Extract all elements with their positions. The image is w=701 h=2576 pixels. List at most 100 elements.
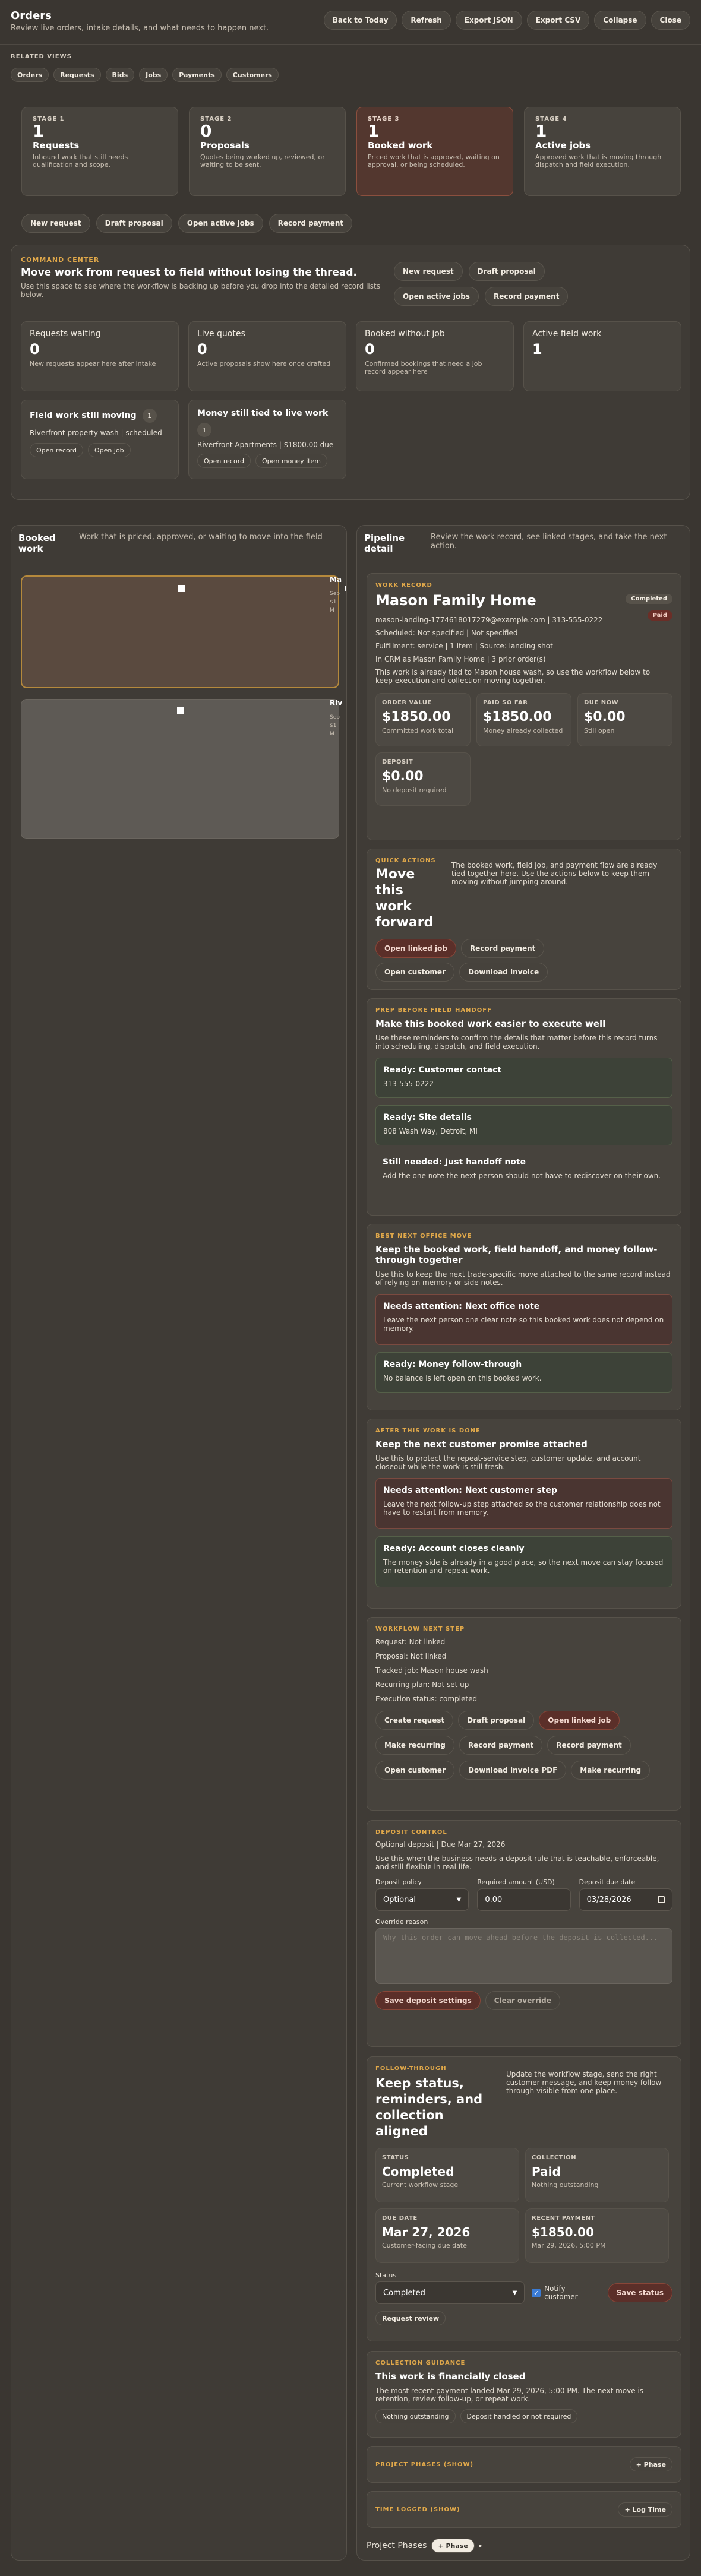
- make-recurring-button[interactable]: Make recurring: [375, 1736, 454, 1755]
- related-orders[interactable]: Orders: [11, 68, 49, 82]
- open-customer-button[interactable]: Open customer: [375, 963, 454, 982]
- stage-card-requests[interactable]: STAGE 1 1 Requests Inbound work that sti…: [21, 107, 178, 196]
- open-active-jobs-button[interactable]: Open active jobs: [178, 214, 263, 233]
- open-record-button[interactable]: Open record: [30, 443, 84, 457]
- download-invoice-button[interactable]: Download invoice: [459, 963, 548, 982]
- stat-label: PAID SO FAR: [483, 700, 528, 706]
- stat-live-quotes[interactable]: Live quotes 0 Active proposals show here…: [188, 321, 346, 391]
- deposit-policy-value: Optional: [383, 1895, 416, 1904]
- project-phases-toggle[interactable]: PROJECT PHASES (SHOW) + Phase: [367, 2446, 681, 2483]
- back-to-today-button[interactable]: Back to Today: [323, 11, 397, 30]
- related-requests[interactable]: Requests: [53, 68, 101, 82]
- deposit-policy-select[interactable]: Optional ▼: [375, 1888, 469, 1911]
- best-move-card: BEST NEXT OFFICE MOVE Keep the booked wo…: [367, 1224, 681, 1410]
- record-payment-button[interactable]: Record payment: [460, 939, 545, 958]
- page-subtitle: Review live orders, intake details, and …: [11, 24, 269, 33]
- open-job-button[interactable]: Open job: [88, 443, 131, 457]
- work-record-card: WORK RECORD Mason Family Home Completed …: [367, 573, 681, 840]
- draft-proposal-button[interactable]: Draft proposal: [96, 214, 172, 233]
- stat-value: $1850.00: [382, 710, 451, 724]
- stat-requests-waiting[interactable]: Requests waiting 0 New requests appear h…: [21, 321, 179, 391]
- qa-title: Move this work forward: [375, 867, 434, 930]
- command-stats: Requests waiting 0 New requests appear h…: [21, 321, 681, 391]
- time-logged-toggle[interactable]: TIME LOGGED (SHOW) + Log Time: [367, 2491, 681, 2528]
- open-customer-button[interactable]: Open customer: [375, 1761, 454, 1780]
- save-status-button[interactable]: Save status: [607, 2283, 672, 2302]
- meta-line: $1: [330, 599, 337, 605]
- booked-card[interactable]: [21, 699, 339, 839]
- booked-card[interactable]: Ma: [21, 575, 346, 688]
- stat-value: 1: [532, 341, 542, 357]
- new-request-button[interactable]: New request: [21, 214, 90, 233]
- stat-booked-without-job[interactable]: Booked without job 0 Confirmed bookings …: [356, 321, 514, 391]
- after-item-text: The money side is already in a good plac…: [383, 1558, 664, 1575]
- stage-count: 1: [535, 121, 547, 141]
- stat-label: Active field work: [532, 329, 602, 338]
- page-header: Orders Review live orders, intake detail…: [11, 10, 269, 33]
- follow-title: Keep status, reminders, and collection a…: [375, 2076, 483, 2138]
- close-button[interactable]: Close: [651, 11, 690, 30]
- log-time-button[interactable]: + Log Time: [618, 2502, 672, 2517]
- command-desc: Use this space to see where the workflow…: [21, 282, 380, 299]
- draft-proposal-button[interactable]: Draft proposal: [458, 1711, 535, 1730]
- stage-card-active-jobs[interactable]: STAGE 4 1 Active jobs Approved work that…: [524, 107, 681, 196]
- caret-right-icon[interactable]: ▸: [479, 2543, 482, 2549]
- stat-order-value: ORDER VALUE $1850.00 Committed work tota…: [375, 693, 471, 746]
- add-phase-button[interactable]: + Phase: [629, 2457, 672, 2471]
- open-linked-job-button[interactable]: Open linked job: [539, 1711, 620, 1730]
- deposit-due-input[interactable]: 03/28/2026: [579, 1888, 672, 1911]
- open-record-button[interactable]: Open record: [197, 454, 251, 468]
- make-recurring-button[interactable]: Make recurring: [571, 1761, 651, 1780]
- related-customers[interactable]: Customers: [226, 68, 279, 82]
- booked-card-meta: Riv Sep $1 M: [330, 699, 346, 738]
- stage-eyebrow: STAGE 2: [200, 116, 232, 122]
- collapse-button[interactable]: Collapse: [594, 11, 646, 30]
- stage-card-booked-work[interactable]: STAGE 3 1 Booked work Priced work that i…: [356, 107, 513, 196]
- follow-through-card: FOLLOW-THROUGH Keep status, reminders, a…: [367, 2056, 681, 2341]
- export-csv-button[interactable]: Export CSV: [526, 11, 590, 30]
- record-eyebrow: WORK RECORD: [375, 582, 432, 588]
- save-deposit-settings-button[interactable]: Save deposit settings: [375, 1991, 481, 2010]
- draft-proposal-button[interactable]: Draft proposal: [468, 262, 545, 281]
- record-payment-button[interactable]: Record payment: [547, 1736, 631, 1755]
- booked-card-title: Ma: [330, 575, 342, 584]
- prep-item-text: 808 Wash Way, Detroit, MI: [383, 1127, 478, 1135]
- new-request-button[interactable]: New request: [394, 262, 463, 281]
- create-request-button[interactable]: Create request: [375, 1711, 454, 1730]
- add-phase-button[interactable]: + Phase: [431, 2539, 475, 2553]
- workflow-execution: Execution status: completed: [375, 1695, 478, 1703]
- command-eyebrow: COMMAND CENTER: [21, 256, 100, 264]
- workflow-eyebrow: WORKFLOW NEXT STEP: [375, 1626, 465, 1632]
- clear-override-button[interactable]: Clear override: [485, 1991, 560, 2010]
- meta-line: M: [330, 731, 334, 737]
- record-payment-button[interactable]: Record payment: [459, 1736, 543, 1755]
- open-linked-job-button[interactable]: Open linked job: [375, 939, 456, 958]
- open-money-item-button[interactable]: Open money item: [255, 454, 327, 468]
- status-select[interactable]: Completed ▼: [375, 2281, 525, 2304]
- notify-customer-toggle[interactable]: ✓ Notify customer: [532, 2284, 600, 2301]
- workflow-lines: Request: Not linked Proposal: Not linked…: [375, 1635, 672, 1706]
- record-payment-button[interactable]: Record payment: [269, 214, 353, 233]
- export-json-button[interactable]: Export JSON: [455, 11, 522, 30]
- stat-note: Still open: [584, 727, 615, 735]
- count-badge: 1: [197, 423, 211, 437]
- after-title: Keep the next customer promise attached: [375, 1439, 588, 1450]
- deposit-amount-value: 0.00: [485, 1895, 503, 1904]
- stage-card-proposals[interactable]: STAGE 2 0 Proposals Quotes being worked …: [189, 107, 346, 196]
- record-contact: mason-landing-1774618017279@example.com …: [375, 616, 603, 624]
- deposit-amount-input[interactable]: 0.00: [477, 1888, 571, 1911]
- request-review-button[interactable]: Request review: [375, 2311, 446, 2325]
- deposit-eyebrow: DEPOSIT CONTROL: [375, 1829, 447, 1836]
- checkbox-checked-icon: ✓: [532, 2288, 541, 2297]
- open-active-jobs-button[interactable]: Open active jobs: [394, 287, 479, 306]
- record-payment-button[interactable]: Record payment: [484, 287, 569, 306]
- related-bids[interactable]: Bids: [105, 68, 135, 82]
- pipeline-desc: Review the work record, see linked stage…: [431, 533, 667, 550]
- follow-stat-due-date: DUE DATE Mar 27, 2026 Customer-facing du…: [375, 2208, 519, 2263]
- download-invoice-pdf-button[interactable]: Download invoice PDF: [459, 1761, 567, 1780]
- related-payments[interactable]: Payments: [172, 68, 222, 82]
- refresh-button[interactable]: Refresh: [402, 11, 451, 30]
- related-jobs[interactable]: Jobs: [139, 68, 168, 82]
- override-reason-textarea[interactable]: Why this order can move ahead before the…: [375, 1928, 672, 1984]
- stat-active-field-work[interactable]: Active field work 1: [523, 321, 681, 391]
